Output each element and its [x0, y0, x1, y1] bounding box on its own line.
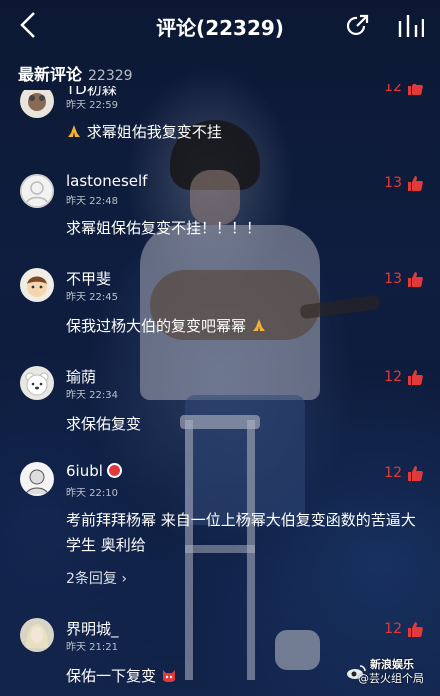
like-button[interactable]: 13	[384, 268, 424, 290]
watermark-line2: @芸火组个局	[358, 672, 424, 685]
like-count: 12	[384, 369, 402, 385]
comment-time: 昨天 22:48	[66, 196, 118, 207]
comment-time: 昨天 21:21	[66, 642, 118, 653]
share-icon	[346, 14, 369, 35]
comment-username[interactable]: 界明城_	[66, 618, 119, 639]
ranking-button[interactable]	[396, 13, 425, 39]
watermark-line1: 新浪娱乐	[370, 658, 414, 671]
like-button[interactable]: 12	[384, 462, 424, 484]
default-avatar-icon	[20, 174, 54, 208]
comment-time: 昨天 22:34	[66, 390, 118, 401]
share-button[interactable]	[344, 13, 370, 39]
avatar[interactable]	[20, 462, 54, 496]
like-button[interactable]: 12	[384, 366, 424, 388]
thumbs-up-icon	[408, 84, 423, 95]
thumbs-up-icon	[408, 622, 423, 637]
comment-item: 瑜荫 昨天 22:34 12 求保佑复变	[0, 364, 440, 444]
comment-item: TD初森 昨天 22:59 12 求幂姐佑我复变不挂	[0, 80, 440, 150]
like-button[interactable]: 12	[384, 618, 424, 640]
thumbs-up-icon	[408, 370, 423, 385]
comment-text: 考前拜拜杨幂 来自一位上杨幂大伯复变函数的苦逼大学生 奥利给	[66, 511, 416, 554]
comment-text-content: 保我过杨大伯的复变吧幂幂	[66, 317, 247, 335]
view-replies-link[interactable]: 2条回复 ›	[66, 568, 127, 588]
like-count: 13	[384, 175, 402, 191]
bear-avatar-icon	[25, 372, 49, 396]
comment-username[interactable]: lastoneself	[66, 172, 147, 190]
comment-item: lastoneself 昨天 22:48 13 求幂姐保佑复变不挂！！！！	[0, 170, 440, 250]
username-text: 6iubl	[66, 462, 103, 480]
comment-username[interactable]: 6iubl	[66, 462, 122, 480]
like-count: 13	[384, 271, 402, 287]
portrait-avatar-icon	[26, 624, 48, 648]
comment-item: 6iubl 昨天 22:10 12 考前拜拜杨幂 来自一位上杨幂大伯复变函数的苦…	[0, 460, 440, 600]
vip-badge-icon	[106, 463, 122, 478]
like-count: 12	[384, 465, 402, 481]
comment-text: 求幂姐佑我复变不挂	[66, 120, 426, 145]
like-button[interactable]: 13	[384, 172, 424, 194]
avatar[interactable]	[20, 90, 54, 118]
comment-time: 昨天 22:59	[66, 100, 118, 111]
like-count: 12	[384, 621, 402, 637]
cartoon-avatar-icon	[27, 276, 47, 297]
comment-username[interactable]: 瑜荫	[66, 366, 96, 387]
avatar[interactable]	[20, 618, 54, 652]
avatar[interactable]	[20, 268, 54, 302]
avatar[interactable]	[20, 366, 54, 400]
comment-username[interactable]: 不甲斐	[66, 268, 111, 289]
like-button[interactable]: 12	[384, 79, 424, 98]
thumbs-up-icon	[408, 176, 423, 191]
comment-text: 求保佑复变	[66, 415, 142, 433]
avatar[interactable]	[20, 174, 54, 208]
comment-time: 昨天 22:45	[66, 292, 118, 303]
comment-item: 不甲斐 昨天 22:45 13 保我过杨大伯的复变吧幂幂	[0, 266, 440, 346]
comment-text: 保我过杨大伯的复变吧幂幂	[66, 314, 426, 339]
sketch-avatar-icon	[25, 469, 49, 495]
comment-text-content: 求幂姐佑我复变不挂	[86, 123, 222, 141]
praying-hands-icon	[252, 319, 265, 331]
comment-time: 昨天 22:10	[66, 488, 118, 499]
bar-chart-icon	[398, 15, 425, 37]
praying-hands-icon	[68, 125, 80, 137]
like-count: 12	[384, 79, 402, 95]
cat-face-icon	[162, 670, 175, 682]
thumbs-up-icon	[408, 466, 423, 481]
comment-text: 求幂姐保佑复变不挂！！！！	[66, 219, 262, 237]
top-bar: 评论(22329)	[0, 0, 440, 52]
user-avatar-icon	[28, 93, 46, 111]
thumbs-up-icon	[408, 272, 423, 287]
page-title: 评论(22329)	[156, 16, 284, 40]
watermark: 新浪娱乐 @芸火组个局	[340, 658, 438, 686]
comment-text-content: 保佑一下复变	[66, 667, 157, 685]
